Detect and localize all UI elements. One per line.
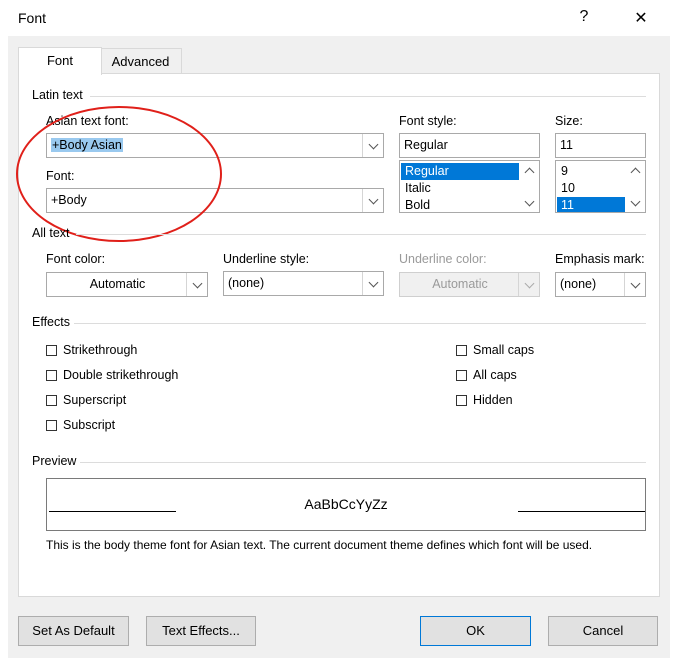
tab-font[interactable]: Font — [18, 47, 102, 75]
strikethrough-label: Strikethrough — [63, 343, 138, 357]
list-item[interactable]: Regular — [401, 163, 519, 180]
checkbox-icon[interactable] — [46, 344, 57, 356]
size-value: 11 — [560, 138, 573, 152]
checkbox-icon[interactable] — [46, 394, 57, 406]
cancel-button[interactable]: Cancel — [548, 616, 658, 646]
set-as-default-button[interactable]: Set As Default — [18, 616, 129, 646]
all-caps-checkbox[interactable]: All caps — [456, 368, 517, 382]
preview-description: This is the body theme font for Asian te… — [46, 538, 593, 552]
chevron-up-icon[interactable] — [627, 162, 644, 179]
text-effects-button[interactable]: Text Effects... — [146, 616, 256, 646]
subscript-checkbox[interactable]: Subscript — [46, 418, 115, 432]
size-label: Size: — [555, 114, 583, 128]
superscript-label: Superscript — [63, 393, 127, 407]
hidden-checkbox[interactable]: Hidden — [456, 393, 513, 407]
preview-baseline-right — [518, 511, 645, 512]
ok-button[interactable]: OK — [420, 616, 531, 646]
chevron-down-icon — [518, 273, 539, 296]
chevron-down-icon[interactable] — [186, 273, 207, 296]
chevron-down-icon[interactable] — [362, 134, 383, 157]
latin-text-section-label: Latin text — [32, 88, 83, 102]
help-button[interactable]: ? — [574, 8, 594, 26]
font-style-list[interactable]: Regular Italic Bold — [399, 160, 540, 213]
all-caps-label: All caps — [473, 368, 517, 382]
superscript-checkbox[interactable]: Superscript — [46, 393, 126, 407]
checkbox-icon[interactable] — [46, 369, 57, 381]
asian-text-font-combo[interactable]: +Body Asian — [46, 133, 384, 158]
checkbox-icon[interactable] — [456, 369, 467, 381]
chevron-down-icon[interactable] — [624, 273, 645, 296]
double-strikethrough-label: Double strikethrough — [63, 368, 179, 382]
double-strikethrough-checkbox[interactable]: Double strikethrough — [46, 368, 178, 382]
all-text-divider — [76, 234, 646, 235]
all-text-section-label: All text — [32, 226, 70, 240]
small-caps-checkbox[interactable]: Small caps — [456, 343, 534, 357]
font-label: Font: — [46, 169, 75, 183]
preview-box: AaBbCcYyZz — [46, 478, 646, 531]
checkbox-icon[interactable] — [456, 344, 467, 356]
close-button[interactable]: ✕ — [631, 8, 651, 28]
tab-font-label: Font — [46, 53, 73, 68]
emphasis-mark-label: Emphasis mark: — [555, 252, 645, 266]
underline-color-label: Underline color: — [399, 252, 487, 266]
tab-advanced-label: Advanced — [111, 54, 170, 69]
subscript-label: Subscript — [63, 418, 116, 432]
title-bar: Font ? ✕ — [0, 0, 678, 36]
chevron-down-icon[interactable] — [362, 189, 383, 212]
underline-style-combo[interactable]: (none) — [223, 271, 384, 296]
strikethrough-checkbox[interactable]: Strikethrough — [46, 343, 137, 357]
latin-text-divider — [90, 96, 646, 97]
underline-style-label: Underline style: — [223, 252, 310, 266]
font-style-scrollbar[interactable] — [521, 162, 538, 211]
list-item[interactable]: Italic — [401, 180, 519, 197]
font-combo[interactable]: +Body — [46, 188, 384, 213]
underline-color-value: Automatic — [432, 277, 488, 291]
emphasis-mark-value: (none) — [560, 277, 597, 291]
size-list[interactable]: 9 10 11 — [555, 160, 646, 213]
preview-section-label: Preview — [32, 454, 77, 468]
checkbox-icon[interactable] — [456, 394, 467, 406]
underline-color-combo: Automatic — [399, 272, 540, 297]
list-item[interactable]: 11 — [557, 197, 625, 212]
small-caps-label: Small caps — [473, 343, 535, 357]
font-style-input[interactable]: Regular — [399, 133, 540, 158]
font-style-value: Regular — [404, 138, 448, 152]
list-item[interactable]: 10 — [557, 180, 625, 197]
font-value: +Body — [51, 193, 87, 207]
underline-style-value: (none) — [228, 276, 265, 290]
preview-sample-text: AaBbCcYyZz — [304, 496, 388, 512]
hidden-label: Hidden — [473, 393, 513, 407]
effects-divider — [74, 323, 646, 324]
font-color-label: Font color: — [46, 252, 106, 266]
list-item[interactable]: Bold — [401, 197, 519, 212]
tab-advanced[interactable]: Advanced — [99, 48, 182, 75]
window-title: Font — [18, 10, 47, 26]
chevron-down-icon[interactable] — [362, 272, 383, 295]
chevron-down-icon[interactable] — [627, 194, 644, 211]
checkbox-icon[interactable] — [46, 419, 57, 431]
chevron-up-icon[interactable] — [521, 162, 538, 179]
size-input[interactable]: 11 — [555, 133, 646, 158]
font-color-value: Automatic — [89, 277, 146, 291]
chevron-down-icon[interactable] — [521, 194, 538, 211]
asian-text-font-value: +Body Asian — [51, 138, 123, 152]
emphasis-mark-combo[interactable]: (none) — [555, 272, 646, 297]
list-item[interactable]: 9 — [557, 163, 625, 180]
font-color-combo[interactable]: Automatic — [46, 272, 208, 297]
preview-divider — [80, 462, 646, 463]
size-scrollbar[interactable] — [627, 162, 644, 211]
font-style-label: Font style: — [399, 114, 457, 128]
asian-text-font-label: Asian text font: — [46, 114, 129, 128]
effects-section-label: Effects — [32, 315, 70, 329]
